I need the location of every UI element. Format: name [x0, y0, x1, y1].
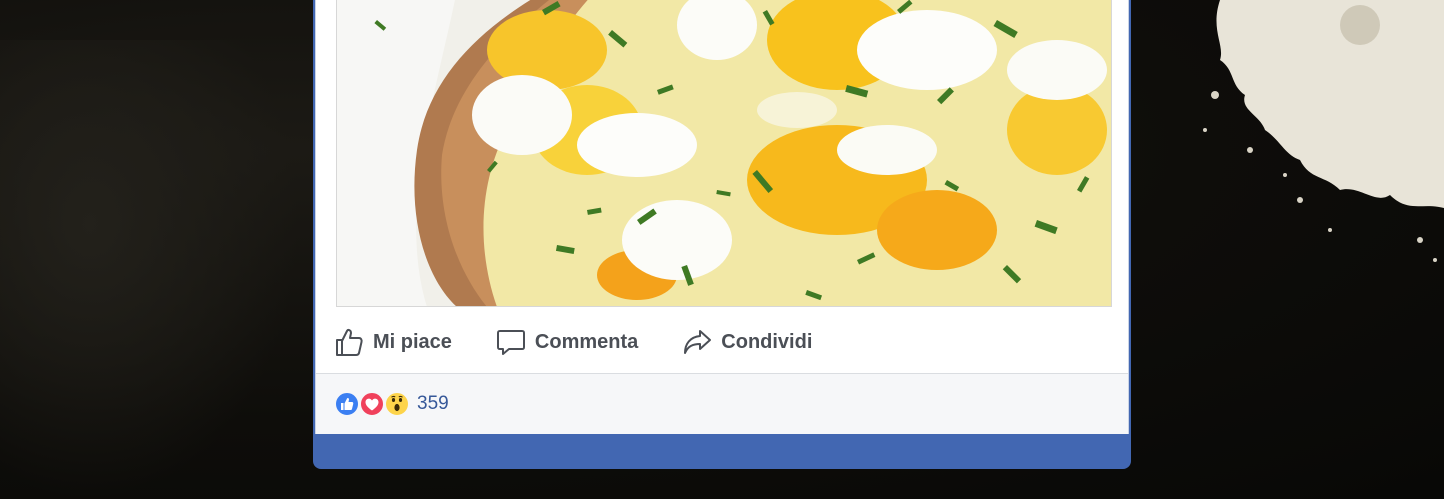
speech-bubble-icon — [496, 330, 525, 355]
comment-label: Commenta — [534, 330, 639, 353]
share-label: Condividi — [721, 330, 813, 353]
post-body: Mi piace Commenta Condividi 359 — [315, 0, 1129, 434]
like-label: Mi piace — [373, 330, 452, 353]
post-actions: Mi piace Commenta Condividi — [334, 322, 1114, 362]
reactions-bar: 359 — [316, 373, 1128, 434]
thumbs-up-icon — [336, 328, 363, 356]
flour-pile-decoration — [1203, 0, 1444, 262]
share-arrow-icon — [684, 330, 712, 354]
background-shadow — [0, 40, 300, 499]
pizza-image — [337, 0, 1111, 306]
post-photo[interactable] — [336, 0, 1112, 307]
reaction-count[interactable]: 359 — [417, 393, 449, 415]
reaction-summary[interactable]: 359 — [334, 391, 449, 417]
love-icon — [359, 391, 385, 417]
like-icon — [334, 391, 360, 417]
like-button[interactable]: Mi piace — [334, 327, 452, 357]
comment-button[interactable]: Commenta — [496, 327, 638, 357]
share-button[interactable]: Condividi — [682, 327, 812, 357]
wow-icon — [384, 391, 410, 417]
post-card: Mi piace Commenta Condividi 359 — [313, 0, 1131, 469]
